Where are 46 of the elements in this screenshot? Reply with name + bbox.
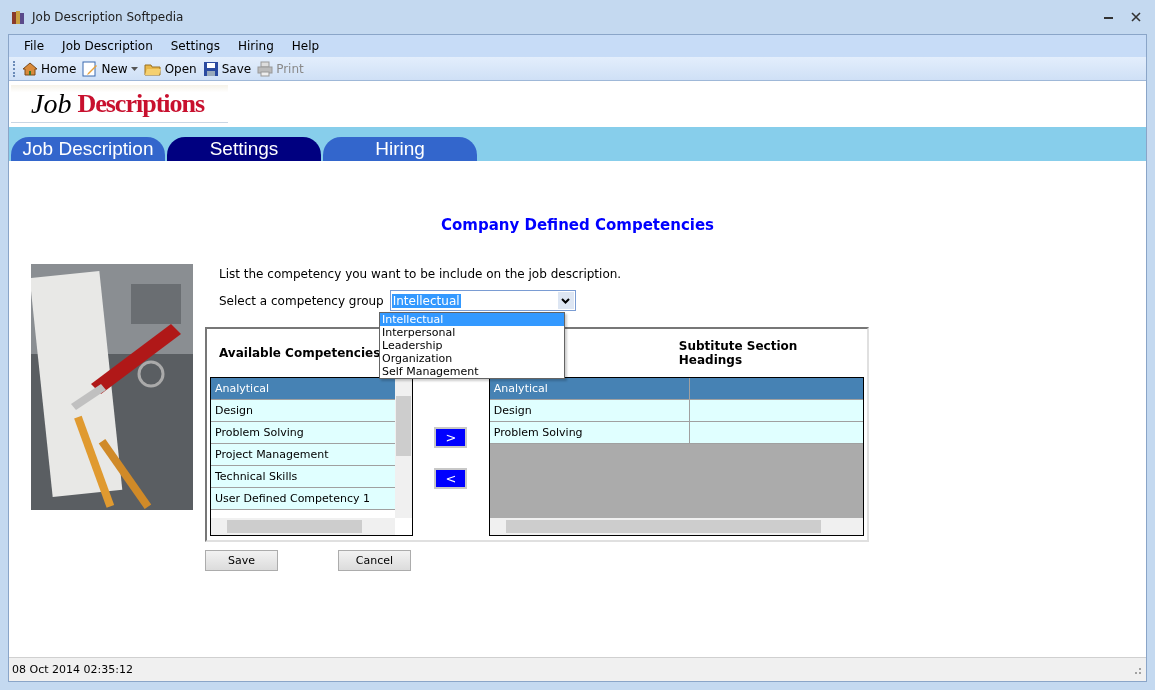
menu-item[interactable]: Hiring — [228, 39, 283, 53]
tab[interactable]: Settings — [167, 137, 321, 161]
toolbar-button[interactable]: Home — [22, 60, 77, 77]
menu-item[interactable]: Help — [282, 39, 329, 53]
toolbar-button[interactable]: Open — [143, 60, 197, 77]
list-item[interactable]: Analytical — [211, 378, 395, 400]
horizontal-scrollbar[interactable] — [489, 518, 863, 535]
toolbar-button[interactable]: Save — [202, 60, 252, 77]
list-item[interactable]: Technical Skills — [211, 466, 395, 488]
printer-icon — [257, 60, 274, 77]
grid-row[interactable]: Analytical — [489, 378, 863, 400]
menu-item[interactable]: Job Description — [53, 39, 162, 53]
page-heading: Company Defined Competencies — [439, 216, 715, 234]
tab[interactable]: Hiring — [323, 137, 477, 161]
move-button[interactable]: < — [434, 468, 468, 489]
dropdown-option[interactable]: Organization — [380, 352, 564, 365]
dropdown-option[interactable]: Interpersonal — [380, 326, 564, 339]
menu-item[interactable]: File — [15, 39, 54, 53]
toolbar-button[interactable]: New — [82, 60, 138, 77]
field-label: Select a competency group — [219, 293, 384, 308]
pencil-page-icon — [82, 60, 99, 77]
form-button[interactable]: Cancel — [338, 550, 411, 571]
menu-item[interactable]: Settings — [161, 39, 229, 53]
logo: Job Descriptions — [11, 85, 228, 123]
instruction-text: List the competency you want to be include on the job description. — [219, 267, 623, 281]
list-item[interactable]: User Defined Competency 1 — [211, 488, 395, 510]
dropdown-option[interactable]: Leadership — [380, 339, 564, 352]
house-icon — [22, 60, 38, 77]
list-item[interactable]: Problem Solving — [211, 422, 395, 444]
tab[interactable]: Job Description — [11, 137, 165, 161]
caret-icon[interactable] — [130, 66, 138, 71]
vertical-scrollbar[interactable] — [395, 378, 412, 518]
chevron-down-icon — [561, 297, 571, 304]
status-text: 08 Oct 2014 02:35:12 — [12, 663, 134, 676]
move-button[interactable]: > — [434, 427, 468, 448]
list-item[interactable]: Design — [211, 400, 395, 422]
grid-row[interactable]: Problem Solving — [489, 422, 863, 444]
dropdown-option[interactable]: Self Management — [380, 365, 564, 378]
list-title: Subtitute Section Headings — [678, 339, 799, 367]
form-button[interactable]: Save — [205, 550, 278, 571]
list-item[interactable]: Project Management — [211, 444, 395, 466]
window-title: Job Description Softpedia — [32, 10, 185, 24]
grid-row[interactable]: Design — [489, 400, 863, 422]
list-title: Available Competencies — [219, 346, 381, 360]
books-icon — [10, 9, 26, 25]
horizontal-scrollbar[interactable] — [211, 518, 395, 535]
